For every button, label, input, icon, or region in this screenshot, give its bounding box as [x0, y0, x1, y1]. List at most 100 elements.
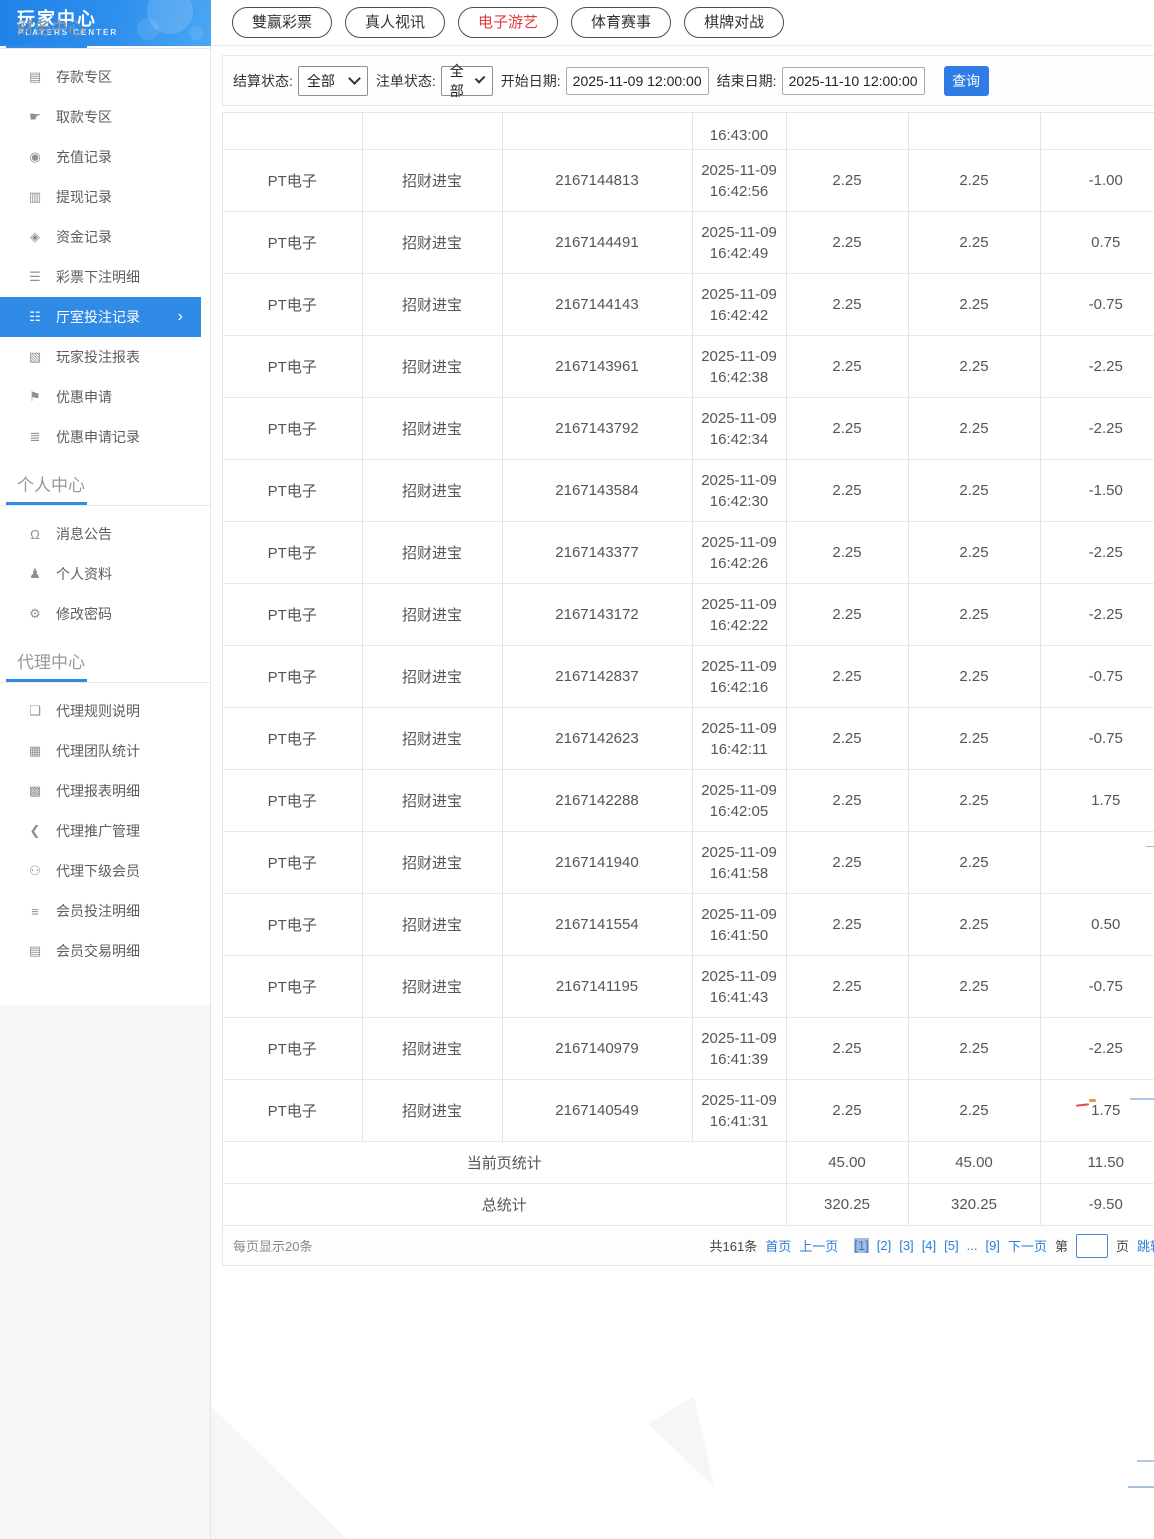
sidebar-item-label: 代理报表明细 [56, 783, 140, 799]
sidebar-item-announcements[interactable]: Ω 消息公告 [0, 514, 201, 554]
sidebar-item-label: 资金记录 [56, 229, 112, 245]
cell-win-loss: -1.50 [1039, 459, 1154, 522]
sidebar-item-member-bet-details[interactable]: ≡ 会员投注明细 [0, 891, 201, 931]
clipped-element-edge [1137, 1460, 1154, 1462]
cell-bet-amount: 2.25 [785, 149, 908, 212]
jump-page-input[interactable] [1075, 1233, 1108, 1258]
cell-bet-amount: 2.25 [785, 583, 908, 646]
cell-game: 招财进宝 [361, 273, 502, 336]
cell-bet-amount: 2.25 [785, 211, 908, 274]
list-icon: ☰ [29, 269, 41, 284]
table-row-partial: 16:43:00 [223, 113, 1154, 150]
cell-valid-bet: 2.25 [907, 335, 1040, 398]
table-cell [361, 113, 502, 150]
cell-hall: PT电子 [223, 707, 362, 770]
page-link[interactable]: [5] [944, 1238, 958, 1253]
cell-win-loss: -2.25 [1039, 397, 1154, 460]
cell-hall: PT电子 [223, 273, 362, 336]
sidebar-item-promo-apply[interactable]: ⚑ 优惠申请 [0, 377, 201, 417]
page-link-current[interactable]: [1] [854, 1238, 869, 1253]
page-link[interactable]: [4] [922, 1238, 936, 1253]
prev-page-link[interactable]: 上一页 [799, 1236, 838, 1255]
cell-order-number: 2167143377 [501, 521, 692, 584]
cell-order-number: 2167141554 [501, 893, 692, 956]
table-cell [501, 113, 692, 150]
sidebar-item-hall-bet-records[interactable]: ☷ 厅室投注记录 › [0, 297, 201, 337]
sidebar-item-profile[interactable]: ♟ 个人资料 [0, 554, 201, 594]
cell-order-number: 2167142837 [501, 645, 692, 708]
sidebar-item-agent-promotion[interactable]: ❮ 代理推广管理 [0, 811, 201, 851]
sidebar-item-funds-records[interactable]: ◈ 资金记录 [0, 217, 201, 257]
summary-win-loss: -9.50 [1039, 1183, 1154, 1225]
clipboard-icon: ≡ [31, 903, 39, 919]
settle-status-label: 结算状态: [233, 72, 293, 89]
clipped-element-edge [1146, 846, 1154, 847]
sidebar-item-member-transaction-details[interactable]: ▤ 会员交易明细 [0, 931, 201, 971]
jump-button[interactable]: 跳转 [1137, 1236, 1154, 1255]
topnav-tab-lottery[interactable]: 雙赢彩票 [232, 7, 333, 38]
sidebar-item-agent-team-stats[interactable]: ▦ 代理团队统计 [0, 731, 201, 771]
sidebar-item-withdrawal-records[interactable]: ▥ 提现记录 [0, 177, 201, 217]
section-underline-accent [6, 502, 87, 505]
section-underline [0, 502, 210, 506]
cell-game: 招财进宝 [361, 831, 502, 894]
table-row: PT电子 招财进宝 2167143172 2025-11-09 16:42:22 2.25… [223, 583, 1154, 646]
table-row: PT电子 招财进宝 2167144813 2025-11-09 16:42:56 2.25… [223, 149, 1154, 212]
table-row: PT电子 招财进宝 2167143377 2025-11-09 16:42:26 2.25… [223, 521, 1154, 584]
topnav-tab-egames[interactable]: 电子游艺 [458, 7, 559, 38]
cell-bet-time: 2025-11-09 16:42:05 [691, 769, 786, 832]
cell-order-number: 2167143792 [501, 397, 692, 460]
cell-game: 招财进宝 [361, 459, 502, 522]
page-link[interactable]: [9] [985, 1238, 999, 1253]
cell-valid-bet: 2.25 [907, 583, 1040, 646]
sidebar-item-change-password[interactable]: ⚙ 修改密码 [0, 594, 201, 634]
watermark-triangle [211, 1406, 347, 1539]
search-button[interactable]: 查询 [943, 65, 989, 96]
section-underline-accent [6, 679, 87, 682]
sidebar-item-lottery-bet-details[interactable]: ☰ 彩票下注明细 [0, 257, 201, 297]
sidebar-item-withdraw[interactable]: ☛ 取款专区 [0, 97, 201, 137]
users-icon: ⚇ [29, 863, 41, 878]
cell-game: 招财进宝 [361, 707, 502, 770]
cell-valid-bet: 2.25 [907, 521, 1040, 584]
end-date-input[interactable] [781, 66, 925, 95]
table-row: PT电子 招财进宝 2167144143 2025-11-09 16:42:42 2.25… [223, 273, 1154, 336]
bet-records-table: 16:43:00 PT电子 招财进宝 2167144813 2025-11-09 16:4… [222, 112, 1154, 1226]
page-link[interactable]: [3] [899, 1238, 913, 1253]
sidebar-item-label: 存款专区 [56, 69, 112, 85]
topnav-tab-sports[interactable]: 体育赛事 [571, 7, 672, 38]
sidebar-item-promo-apply-records[interactable]: ≣ 优惠申请记录 [0, 417, 201, 457]
sidebar-item-label: 厅室投注记录 [56, 309, 140, 325]
settle-status-select[interactable]: 全部 [297, 65, 368, 96]
cell-hall: PT电子 [223, 769, 362, 832]
cell-bet-time: 2025-11-09 16:41:31 [691, 1079, 786, 1142]
wallet-icon: ▥ [28, 189, 42, 204]
cell-valid-bet: 2.25 [907, 769, 1040, 832]
cell-order-number: 2167143172 [501, 583, 692, 646]
cell-bet-amount: 2.25 [785, 273, 908, 336]
sidebar-item-agent-subordinates[interactable]: ⚇ 代理下级会员 [0, 851, 201, 891]
sidebar-item-agent-report-details[interactable]: ▩ 代理报表明细 [0, 771, 201, 811]
cell-valid-bet: 2.25 [907, 1079, 1040, 1142]
start-date-input[interactable] [565, 66, 709, 95]
first-page-link[interactable]: 首页 [765, 1236, 791, 1255]
jump-suffix-label: 页 [1115, 1239, 1129, 1254]
next-page-link[interactable]: 下一页 [1008, 1236, 1047, 1255]
orange-annotation-mark [1089, 1099, 1096, 1102]
sidebar-item-label: 代理规则说明 [56, 703, 140, 719]
sidebar-item-deposit[interactable]: ▤ 存款专区 [0, 57, 201, 97]
sidebar-item-agent-rules[interactable]: ❏ 代理规则说明 [0, 691, 201, 731]
topnav-tab-board-games[interactable]: 棋牌对战 [684, 7, 785, 38]
summary-label: 总统计 [223, 1183, 786, 1225]
cell-win-loss: -0.75 [1039, 645, 1154, 708]
sidebar-item-recharge-records[interactable]: ◉ 充值记录 [0, 137, 201, 177]
sidebar-item-player-bet-report[interactable]: ▧ 玩家投注报表 [0, 337, 201, 377]
cell-game: 招财进宝 [361, 211, 502, 274]
cell-bet-time: 2025-11-09 16:42:42 [691, 273, 786, 336]
topnav-tab-live-casino[interactable]: 真人视讯 [345, 7, 446, 38]
cell-valid-bet: 2.25 [907, 149, 1040, 212]
page-link[interactable]: [2] [877, 1238, 891, 1253]
cell-hall: PT电子 [223, 955, 362, 1018]
table-row: PT电子 招财进宝 2167140549 2025-11-09 16:41:31 2.25… [223, 1079, 1154, 1142]
order-status-select[interactable]: 全部 [440, 63, 493, 99]
